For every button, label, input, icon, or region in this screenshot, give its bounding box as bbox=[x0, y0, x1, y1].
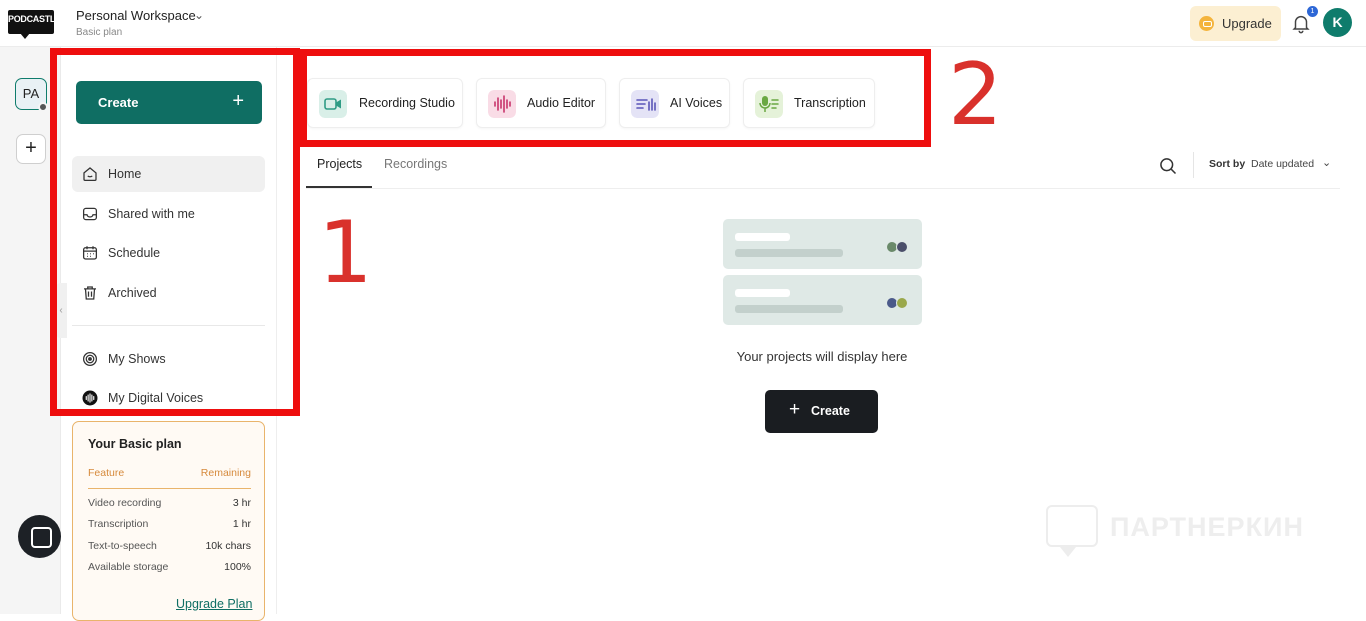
plan-remaining: 1 hr bbox=[232, 518, 251, 530]
upgrade-plan-link[interactable]: Upgrade Plan bbox=[176, 597, 252, 611]
chevron-down-icon[interactable]: ⌄ bbox=[194, 8, 204, 22]
annotation-number-2: 2 bbox=[948, 45, 1003, 145]
placeholder-avatar bbox=[896, 297, 908, 309]
placeholder-project-card bbox=[723, 219, 922, 269]
plan-row: Text-to-speech 10k chars bbox=[88, 540, 251, 552]
column-feature: Feature bbox=[88, 467, 125, 479]
create-label: Create bbox=[811, 404, 850, 418]
upgrade-button[interactable]: Upgrade bbox=[1190, 6, 1281, 41]
plus-icon: + bbox=[789, 399, 801, 420]
plan-row: Video recording 3 hr bbox=[88, 497, 251, 509]
chat-support-button[interactable] bbox=[18, 515, 61, 558]
notification-badge: 1 bbox=[1307, 6, 1318, 17]
placeholder-title-bar bbox=[735, 233, 790, 241]
upgrade-label: Upgrade bbox=[1222, 16, 1272, 31]
search-icon[interactable] bbox=[1158, 156, 1178, 176]
plan-feature: Video recording bbox=[88, 497, 162, 509]
plan-remaining: 3 hr bbox=[232, 497, 251, 509]
plan-remaining: 10k chars bbox=[205, 540, 251, 552]
annotation-box-1 bbox=[50, 48, 300, 416]
empty-state-message: Your projects will display here bbox=[736, 349, 908, 364]
placeholder-title-bar bbox=[735, 289, 790, 297]
user-avatar[interactable]: K bbox=[1323, 8, 1352, 37]
workspace-status-dot bbox=[38, 102, 48, 112]
plan-title: Your Basic plan bbox=[88, 437, 182, 451]
podcastle-logo[interactable]: PODCASTLE bbox=[8, 10, 61, 39]
plan-row: Available storage 100% bbox=[88, 561, 251, 573]
placeholder-subtitle-bar bbox=[735, 249, 843, 257]
placeholder-avatar bbox=[896, 241, 908, 253]
tab-recordings[interactable]: Recordings bbox=[384, 157, 447, 171]
workspace-name[interactable]: Personal Workspace bbox=[76, 8, 196, 23]
plan-table-header: Feature Remaining bbox=[88, 467, 251, 479]
plan-feature: Text-to-speech bbox=[88, 540, 157, 552]
chevron-down-icon[interactable]: ⌄ bbox=[1322, 156, 1331, 169]
column-remaining: Remaining bbox=[200, 467, 251, 479]
toolbar-divider bbox=[1193, 152, 1194, 178]
project-tabs: Projects Recordings bbox=[306, 144, 1340, 189]
active-tab-indicator bbox=[306, 186, 372, 188]
watermark-text: ПАРТНЕРКИН bbox=[1110, 512, 1304, 542]
placeholder-project-card bbox=[723, 275, 922, 325]
plan-remaining: 100% bbox=[224, 561, 251, 573]
plan-feature: Transcription bbox=[88, 518, 149, 530]
plan-card: Your Basic plan Feature Remaining Video … bbox=[72, 421, 265, 621]
workspace-plan: Basic plan bbox=[76, 27, 123, 38]
add-workspace-button[interactable]: + bbox=[16, 134, 46, 164]
placeholder-subtitle-bar bbox=[735, 305, 843, 313]
workspace-switcher[interactable]: PA bbox=[15, 78, 48, 112]
coin-icon bbox=[1199, 16, 1214, 31]
annotation-number-1: 1 bbox=[318, 203, 373, 303]
sort-label: Sort by bbox=[1209, 158, 1246, 170]
watermark-logo-icon bbox=[1046, 505, 1098, 557]
workspace-initials: PA bbox=[22, 86, 40, 101]
plan-divider bbox=[88, 488, 251, 489]
sort-dropdown[interactable]: Date updated bbox=[1251, 158, 1314, 170]
tab-projects[interactable]: Projects bbox=[317, 157, 362, 171]
annotation-box-2 bbox=[300, 49, 931, 147]
top-bar: PODCASTLE Personal Workspace ⌄ Basic pla… bbox=[0, 0, 1366, 47]
empty-state-create-button[interactable]: + Create bbox=[765, 390, 878, 433]
plan-row: Transcription 1 hr bbox=[88, 518, 251, 530]
plan-feature: Available storage bbox=[88, 561, 169, 573]
